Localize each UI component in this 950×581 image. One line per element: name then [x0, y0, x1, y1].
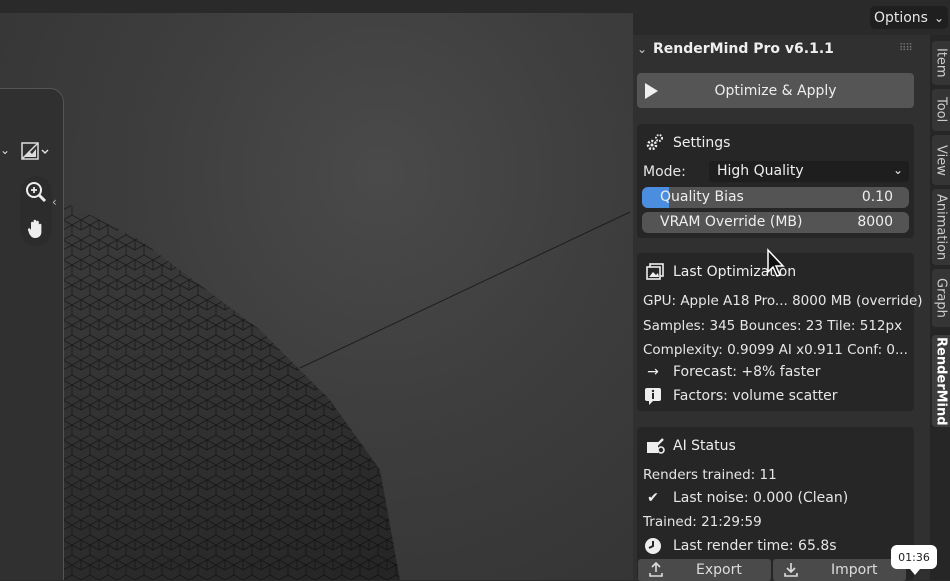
info-icon: [645, 388, 661, 405]
export-button[interactable]: Export: [638, 559, 771, 581]
tab-rendermind-label: RenderMind: [933, 336, 949, 426]
chevron-down-icon[interactable]: ⌄: [0, 143, 10, 157]
drag-grip-icon[interactable]: ⠿⠿: [899, 43, 913, 54]
play-icon: [645, 83, 658, 99]
export-import-row: Export Import: [638, 559, 906, 581]
complexity-info: Complexity: 0.9099 AI x0.911 Conf: 0...: [643, 342, 908, 358]
settings-title: Settings: [673, 135, 731, 151]
mode-value: High Quality: [717, 163, 804, 179]
3d-viewport[interactable]: ⌄ ‹: [0, 0, 633, 580]
download-icon: [783, 561, 799, 581]
forecast-text: Forecast: +8% faster: [673, 364, 821, 380]
quality-bias-label: Quality Bias: [660, 189, 744, 205]
shading-icon: [21, 142, 49, 160]
navigation-gizmo: [20, 176, 52, 246]
last-noise-row: ✔ Last noise: 0.000 (Clean): [643, 490, 848, 506]
vram-override-label: VRAM Override (MB): [660, 214, 803, 230]
quality-bias-value: 0.10: [861, 189, 893, 205]
samples-info: Samples: 345 Bounces: 23 Tile: 512px: [643, 318, 903, 334]
ai-status-title: AI Status: [673, 438, 736, 454]
import-button[interactable]: Import: [773, 559, 906, 581]
factors-text: Factors: volume scatter: [673, 388, 838, 404]
settings-header: Settings: [645, 132, 730, 154]
tab-view-label: View: [933, 144, 949, 176]
quality-bias-slider[interactable]: Quality Bias 0.10: [642, 187, 909, 208]
renders-trained: Renders trained: 11: [643, 467, 777, 483]
tab-rendermind[interactable]: RenderMind: [932, 335, 950, 427]
tab-item-label: Item: [933, 48, 949, 78]
sidebar-panel: ⌄ RenderMind Pro v6.1.1 ⠿⠿ Optimize & Ap…: [633, 35, 930, 581]
tab-tool[interactable]: Tool: [932, 89, 950, 131]
tab-item[interactable]: Item: [932, 41, 950, 85]
gears-icon: [646, 134, 663, 151]
options-dropdown[interactable]: Options ⌄: [870, 6, 948, 29]
upload-icon: [648, 561, 664, 581]
vram-override-value: 8000: [857, 214, 893, 230]
tab-graph[interactable]: Graph: [932, 269, 950, 327]
zoom-icon[interactable]: [25, 181, 47, 203]
tab-view[interactable]: View: [932, 135, 950, 185]
vram-override-field[interactable]: VRAM Override (MB) 8000: [642, 212, 909, 233]
mode-select[interactable]: High Quality ⌄: [709, 161, 909, 182]
tab-tool-label: Tool: [933, 97, 949, 123]
tab-animation[interactable]: Animation: [932, 189, 950, 265]
optimize-apply-button[interactable]: Optimize & Apply: [637, 73, 914, 108]
sidebar-tabs: Item Tool View Animation Graph RenderMin…: [930, 35, 950, 580]
mode-label: Mode:: [643, 164, 686, 180]
chevron-down-icon: ⌄: [892, 163, 903, 177]
image-stack-icon: [646, 263, 664, 280]
forecast-row: → Forecast: +8% faster: [643, 364, 820, 380]
collapse-left-icon[interactable]: ‹: [52, 195, 57, 209]
wireframe-mesh: [60, 200, 631, 580]
optimize-apply-label: Optimize & Apply: [714, 82, 837, 99]
tab-animation-label: Animation: [933, 193, 949, 261]
last-noise-text: Last noise: 0.000 (Clean): [673, 490, 849, 506]
timestamp-badge: 01:36: [891, 545, 937, 575]
ai-status-header: AI Status: [645, 435, 736, 457]
ai-status-box: AI Status Renders trained: 11 ✔ Last noi…: [637, 427, 914, 580]
checkmark-icon: ✔: [647, 490, 659, 506]
gpu-info: GPU: Apple A18 Pro... 8000 MB (override): [643, 293, 923, 309]
arrow-right-icon: →: [647, 364, 659, 380]
import-label: Import: [831, 562, 878, 578]
panel-header[interactable]: ⌄ RenderMind Pro v6.1.1 ⠿⠿: [633, 37, 930, 63]
shading-toggle-button[interactable]: [20, 142, 52, 162]
mouse-cursor-icon: [767, 248, 785, 277]
settings-box: Settings Mode: High Quality ⌄ Quality Bi…: [637, 124, 914, 238]
tab-graph-label: Graph: [933, 278, 949, 318]
trained-time: Trained: 21:29:59: [643, 514, 762, 530]
factors-row: Factors: volume scatter: [643, 387, 838, 405]
hand-pan-icon[interactable]: [25, 218, 47, 240]
chevron-down-icon: ⌄: [933, 10, 945, 25]
export-label: Export: [696, 562, 742, 578]
ai-status-icon: [647, 438, 665, 454]
last-render-time-row: Last render time: 65.8s: [643, 536, 837, 556]
chevron-down-icon[interactable]: ⌄: [637, 42, 647, 56]
panel-title: RenderMind Pro v6.1.1: [653, 41, 834, 57]
last-render-time-text: Last render time: 65.8s: [673, 538, 837, 554]
options-label: Options: [873, 9, 928, 26]
clock-icon: [645, 538, 661, 554]
